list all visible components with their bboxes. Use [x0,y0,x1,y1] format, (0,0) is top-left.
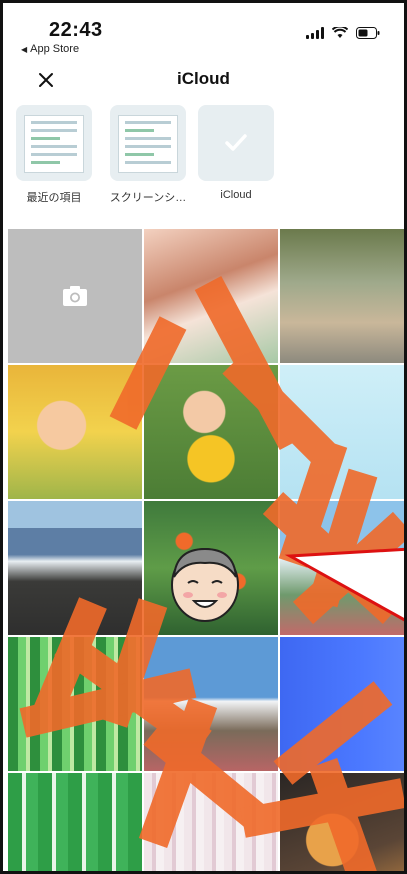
photo-thumbnail[interactable] [144,365,278,499]
album-thumbnail [110,105,186,181]
battery-icon [356,27,380,39]
back-to-app-link[interactable]: ◀ App Store [21,43,79,55]
camera-cell[interactable] [8,229,142,363]
signal-icon [306,27,324,39]
photo-thumbnail[interactable] [144,637,278,771]
album-label: 最近の項目 [26,192,82,204]
photo-thumbnail[interactable] [280,229,404,363]
page-title: iCloud [177,69,230,88]
album-thumbnail [16,105,92,181]
photo-thumbnail[interactable] [280,501,404,635]
photo-thumbnail[interactable] [144,773,278,871]
photo-thumbnail[interactable] [280,637,404,771]
camera-icon [63,286,87,306]
status-bar: 22:43 ◀ App Store [3,3,404,59]
album-label: スクリーンシ… [109,192,187,204]
photo-thumbnail[interactable] [8,501,142,635]
photo-thumbnail[interactable] [8,773,142,871]
photo-thumbnail[interactable] [8,365,142,499]
photo-thumbnail[interactable] [144,229,278,363]
photo-thumbnail[interactable] [144,501,278,635]
checkmark-icon [225,134,247,151]
photo-thumbnail[interactable] [280,773,404,871]
picker-header: iCloud [3,61,404,99]
status-icons [306,27,380,39]
back-app-label: App Store [30,43,80,55]
photo-grid [8,229,404,871]
album-thumbnail-selected [198,105,274,181]
status-time: 22:43 [49,19,103,41]
back-arrow-icon: ◀ [21,45,28,54]
album-recents[interactable]: 最近の項目 [9,105,99,205]
photo-thumbnail[interactable] [280,365,404,499]
album-selector: 最近の項目 スクリーンシ… iCloud [3,103,404,213]
avatar-illustration [171,547,239,622]
photo-picker-screen: 22:43 ◀ App Store iCloud 最近の項目 スクリーンシ… i… [0,0,407,874]
wifi-icon [332,27,348,39]
album-icloud[interactable]: iCloud [191,105,281,201]
album-screenshots[interactable]: スクリーンシ… [103,105,193,205]
photo-thumbnail[interactable] [8,637,142,771]
album-label: iCloud [220,189,252,201]
